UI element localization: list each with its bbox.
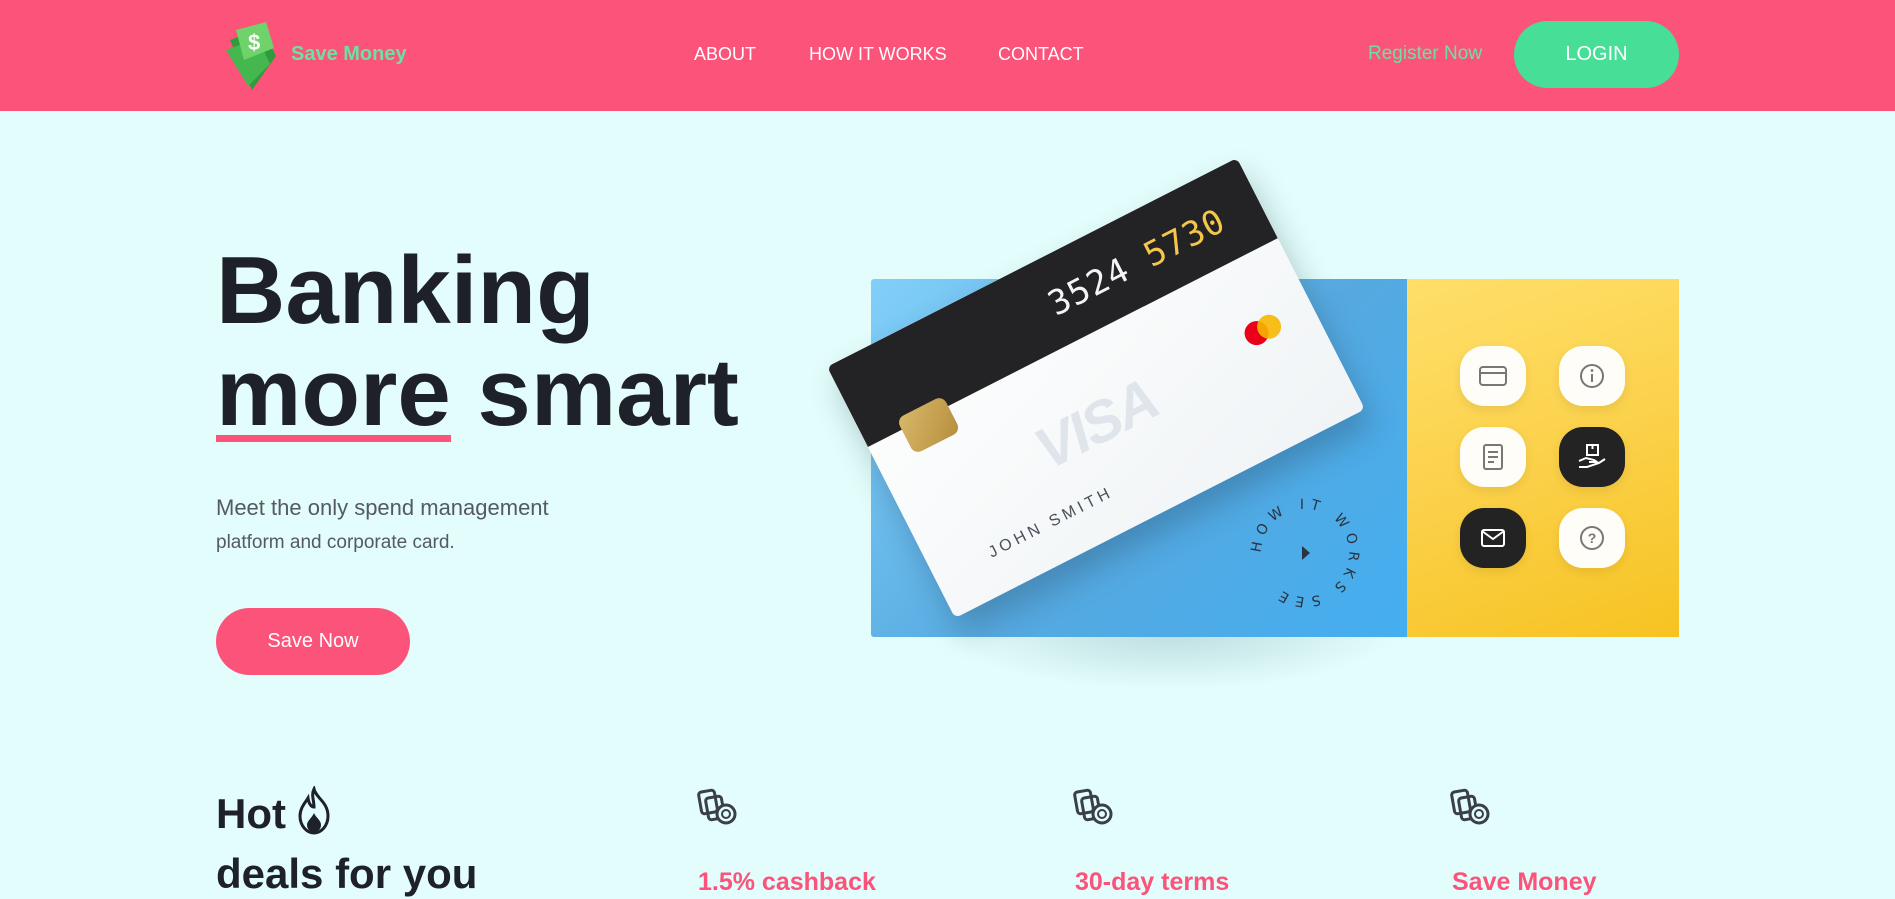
register-link[interactable]: Register Now (1368, 43, 1482, 65)
hot-title-line2: deals for you (216, 850, 478, 897)
play-icon (1302, 546, 1310, 560)
hot-title-line1: Hot (216, 784, 477, 844)
hero-subtitle-line1: Meet the only spend management (216, 495, 549, 520)
card-icon[interactable] (1460, 346, 1526, 406)
card-number-part2: 5730 (1137, 201, 1233, 276)
hot-deals-title: Hot deals for you (216, 784, 477, 899)
coins-icon (1073, 788, 1113, 825)
svg-text:$: $ (248, 30, 260, 55)
coins-icon (1450, 788, 1490, 825)
nav-how-it-works[interactable]: HOW IT WORKS (809, 44, 947, 65)
nav-contact[interactable]: CONTACT (998, 44, 1084, 65)
hot-title-word: Hot (216, 790, 286, 837)
svg-text:?: ? (1588, 530, 1597, 546)
hero-subtitle-line2: platform and corporate card. (216, 532, 455, 553)
help-icon[interactable]: ? (1559, 508, 1625, 568)
hero-title: Banking more smart (216, 240, 739, 444)
mastercard-icon (1244, 314, 1282, 346)
mail-icon[interactable] (1460, 508, 1526, 568)
hero-title-line1: Banking (216, 237, 595, 344)
hero-title-rest: smart (450, 339, 739, 446)
deal-title-cashback: 1.5% cashback (698, 868, 876, 896)
card-number: 3524 5730 (1042, 201, 1232, 324)
save-now-button[interactable]: Save Now (216, 608, 410, 675)
how-it-works-badge[interactable]: HOW IT WORKS SEE (1248, 496, 1362, 610)
hero-title-underlined-word: more (216, 339, 451, 446)
deal-title-save-money: Save Money (1452, 868, 1597, 896)
hero-title-line2: more smart (216, 342, 739, 444)
login-button[interactable]: LOGIN (1514, 21, 1679, 88)
coins-icon (697, 788, 737, 825)
nav-about[interactable]: ABOUT (694, 44, 756, 65)
info-icon[interactable] (1559, 346, 1625, 406)
document-icon[interactable] (1460, 427, 1526, 487)
money-logo-icon[interactable]: $ (222, 20, 284, 92)
card-number-part1: 3524 (1041, 249, 1137, 325)
hand-package-icon[interactable] (1559, 427, 1625, 487)
brand-name[interactable]: Save Money (291, 43, 407, 66)
hero-yellow-panel: ? (1407, 279, 1679, 637)
deal-title-terms: 30-day terms (1075, 868, 1230, 896)
flame-icon (298, 786, 330, 835)
card-brand: VISA (1024, 366, 1168, 483)
site-header: $ Save Money ABOUT HOW IT WORKS CONTACT … (0, 0, 1895, 111)
